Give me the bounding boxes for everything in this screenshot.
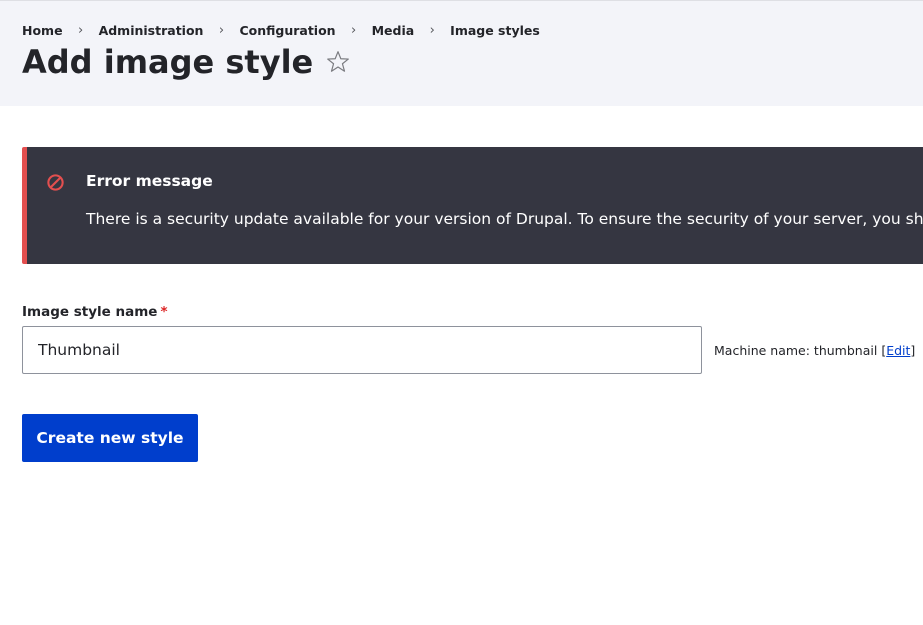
breadcrumb-image-styles[interactable]: Image styles bbox=[450, 23, 540, 38]
image-style-name-input[interactable] bbox=[22, 326, 702, 374]
machine-name-text: Machine name: thumbnail bbox=[714, 343, 878, 358]
breadcrumb-home[interactable]: Home bbox=[22, 23, 63, 38]
machine-name-edit-link[interactable]: Edit bbox=[886, 343, 910, 358]
required-marker: * bbox=[160, 304, 168, 320]
star-outline-icon[interactable] bbox=[325, 49, 351, 75]
image-style-name-label-text: Image style name bbox=[22, 304, 158, 320]
breadcrumb-separator: › bbox=[77, 23, 84, 38]
page-title: Add image style bbox=[22, 43, 314, 81]
create-new-style-button[interactable]: Create new style bbox=[22, 414, 198, 462]
breadcrumb-separator: › bbox=[218, 23, 225, 38]
error-message-text: There is a security update available for… bbox=[86, 210, 923, 228]
error-circle-slash-icon bbox=[46, 173, 65, 192]
breadcrumb: Home › Administration › Configuration › … bbox=[22, 23, 540, 38]
page-title-row: Add image style bbox=[22, 43, 351, 81]
machine-name: Machine name: thumbnail [Edit] bbox=[714, 343, 915, 358]
machine-name-close-bracket: ] bbox=[910, 343, 916, 358]
breadcrumb-configuration[interactable]: Configuration bbox=[239, 23, 335, 38]
breadcrumb-administration[interactable]: Administration bbox=[99, 23, 204, 38]
image-style-name-label: Image style name * bbox=[22, 304, 168, 320]
breadcrumb-media[interactable]: Media bbox=[372, 23, 415, 38]
error-message: Error message There is a security update… bbox=[22, 147, 923, 264]
page-header: Home › Administration › Configuration › … bbox=[0, 0, 923, 106]
breadcrumb-separator: › bbox=[350, 23, 357, 38]
breadcrumb-separator: › bbox=[429, 23, 435, 38]
error-message-title: Error message bbox=[86, 172, 213, 190]
